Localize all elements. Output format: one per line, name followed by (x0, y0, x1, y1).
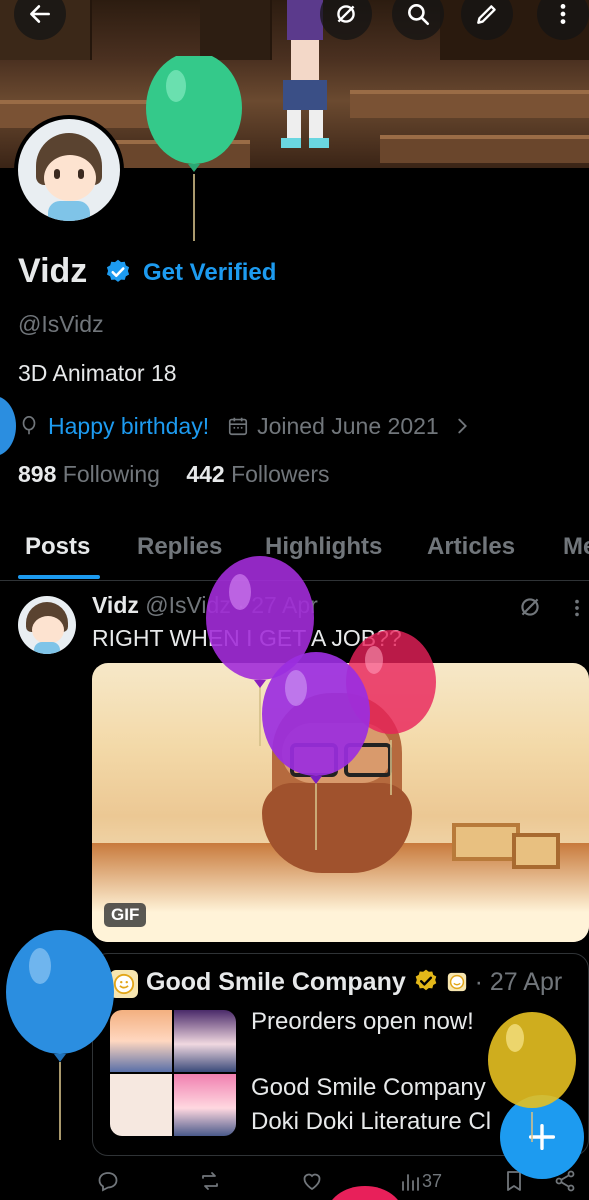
profile-handle: @IsVidz (18, 311, 104, 337)
affiliate-badge-icon (447, 972, 466, 992)
grok-icon (337, 5, 355, 23)
post-author[interactable]: Vidz (92, 592, 139, 618)
quote-text-line2: Good Smile Company (251, 1074, 486, 1101)
post-avatar[interactable] (18, 596, 76, 654)
following-label: Following (62, 461, 160, 487)
follow-stats: 898 Following 442 Followers (18, 461, 330, 488)
birthday-balloon-icon (0, 397, 16, 455)
like-button[interactable] (300, 1169, 324, 1193)
smile-logo-icon (113, 973, 135, 995)
quote-header: Good Smile Company · 27 Apr (146, 968, 562, 997)
views-count: 37 (422, 1170, 443, 1191)
birthday-balloon-icon (146, 56, 242, 241)
search-icon (408, 4, 430, 26)
birthday-balloon-icon (332, 1186, 398, 1200)
birthday-balloon-icon (6, 930, 114, 1140)
tab-posts[interactable]: Posts (25, 533, 90, 561)
gold-verified-icon (415, 969, 437, 991)
get-verified-link[interactable]: Get Verified (143, 259, 276, 287)
quote-text-line1: Preorders open now! (251, 1008, 474, 1035)
grok-icon[interactable] (517, 594, 543, 620)
profile-meta: Happy birthday! Joined June 2021 (18, 410, 473, 442)
quote-author: Good Smile Company (146, 968, 406, 996)
repost-icon (202, 1172, 218, 1190)
post-actions: 37 (0, 1165, 589, 1200)
reply-button[interactable] (96, 1169, 120, 1193)
quote-thumbnail (110, 1010, 236, 1136)
followers-label: Followers (231, 461, 330, 487)
repost-button[interactable] (198, 1169, 222, 1193)
following-link[interactable]: 898 Following (18, 461, 160, 487)
quote-date: · 27 Apr (474, 968, 563, 996)
quote-text-line3: Doki Doki Literature Cl (251, 1108, 492, 1135)
heart-icon (303, 1173, 321, 1191)
post-more-icon[interactable] (566, 596, 588, 620)
calendar-icon (229, 417, 248, 436)
arrow-left-icon (30, 5, 50, 23)
birthday-balloon-icon (488, 1012, 576, 1142)
birthday-link[interactable]: Happy birthday! (48, 413, 209, 440)
profile-avatar[interactable] (14, 115, 124, 225)
following-count: 898 (18, 461, 57, 487)
gif-badge: GIF (104, 903, 147, 927)
compose-icon (477, 5, 496, 24)
verified-badge-icon[interactable] (104, 258, 132, 286)
chevron-right-icon[interactable] (451, 415, 473, 437)
followers-link[interactable]: 442 Followers (186, 461, 329, 487)
profile-bio: 3D Animator 18 (18, 360, 177, 386)
more-vertical-icon (560, 4, 566, 24)
tab-indicator (18, 575, 100, 579)
balloon-icon (22, 416, 36, 435)
reply-icon (98, 1172, 118, 1192)
joined-date: Joined June 2021 (257, 412, 439, 439)
birthday-balloon-icon (262, 652, 370, 850)
search-button[interactable] (392, 0, 444, 40)
profile-name: Vidz (18, 252, 88, 290)
tab-media[interactable]: Me (563, 533, 589, 561)
followers-count: 442 (186, 461, 225, 487)
tab-articles[interactable]: Articles (427, 533, 515, 561)
